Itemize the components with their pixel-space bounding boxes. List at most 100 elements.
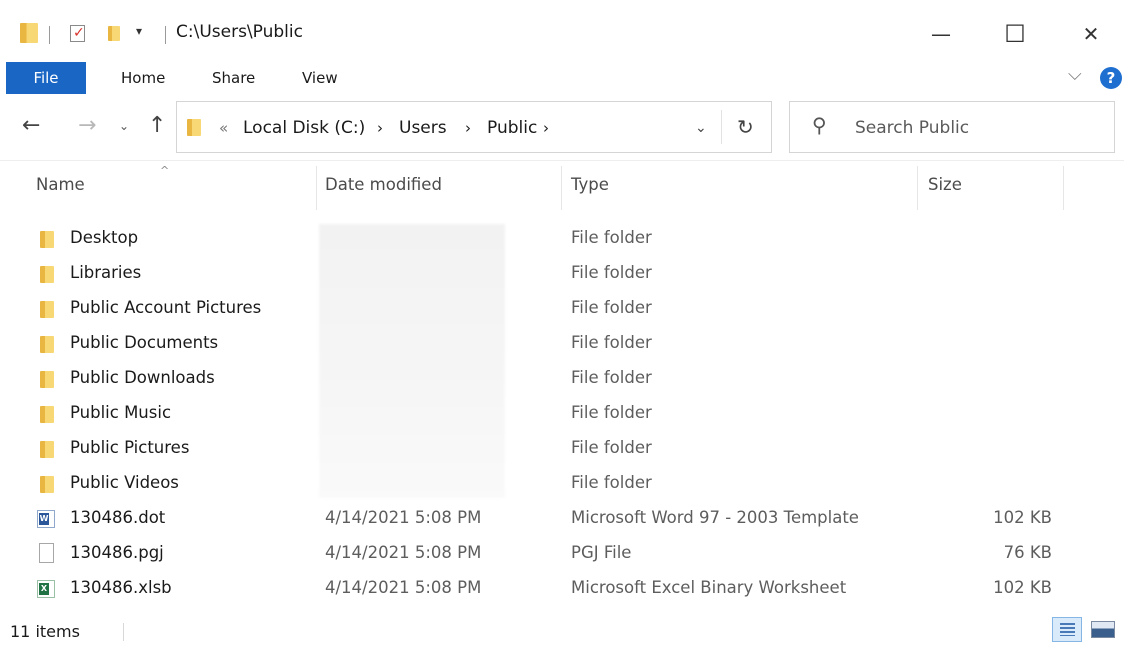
folder-icon bbox=[40, 371, 54, 388]
chevron-right-icon[interactable]: › bbox=[465, 119, 471, 137]
generic-file-icon bbox=[39, 543, 54, 563]
properties-checkmark-icon[interactable]: ✓ bbox=[70, 25, 85, 42]
file-size: 102 KB bbox=[993, 508, 1052, 527]
title-divider bbox=[165, 26, 166, 44]
file-name: 130486.pgj bbox=[70, 543, 164, 562]
column-header-type[interactable]: Type bbox=[571, 175, 609, 194]
window-title: C:\Users\Public bbox=[176, 22, 303, 42]
file-type: File folder bbox=[571, 228, 652, 247]
chevron-right-icon[interactable]: › bbox=[543, 119, 549, 137]
customize-dropdown-icon[interactable]: ▾ bbox=[136, 24, 142, 38]
ribbon: File Home Share View ⌵ ? bbox=[0, 62, 1124, 94]
list-item[interactable]: Public Pictures File folder bbox=[0, 436, 1124, 470]
list-item[interactable]: 130486.pgj 4/14/2021 5:08 PM PGJ File 76… bbox=[0, 541, 1124, 575]
file-type: File folder bbox=[571, 263, 652, 282]
list-item[interactable]: Libraries File folder bbox=[0, 261, 1124, 295]
file-name: Public Account Pictures bbox=[70, 298, 262, 317]
back-arrow-icon[interactable]: ← bbox=[22, 113, 40, 138]
folder-icon bbox=[40, 441, 54, 458]
address-dropdown-icon[interactable]: ⌄ bbox=[695, 120, 707, 136]
file-type: File folder bbox=[571, 473, 652, 492]
file-name: 130486.xlsb bbox=[70, 578, 172, 597]
sort-ascending-icon: ^ bbox=[160, 164, 170, 177]
close-button[interactable]: ✕ bbox=[1068, 16, 1114, 52]
excel-binary-icon: X bbox=[37, 580, 55, 598]
file-type: PGJ File bbox=[571, 543, 632, 562]
folder-icon bbox=[40, 406, 54, 423]
column-divider[interactable] bbox=[917, 166, 918, 210]
file-name: Public Music bbox=[70, 403, 172, 422]
file-date: 4/14/2021 5:08 PM bbox=[325, 543, 482, 562]
file-name: Desktop bbox=[70, 228, 139, 247]
title-bar: ✓ ▾ C:\Users\Public — ☐ ✕ bbox=[0, 0, 1124, 66]
file-name: Public Documents bbox=[70, 333, 219, 352]
large-icons-view-icon[interactable] bbox=[1091, 621, 1115, 638]
folder-icon bbox=[187, 119, 201, 136]
file-type: Microsoft Word 97 - 2003 Template bbox=[571, 508, 859, 527]
file-date: 4/14/2021 5:08 PM bbox=[325, 578, 482, 597]
file-type: File folder bbox=[571, 333, 652, 352]
list-item[interactable]: Public Videos File folder bbox=[0, 471, 1124, 505]
status-divider bbox=[123, 623, 124, 641]
column-header-size[interactable]: Size bbox=[928, 175, 962, 194]
item-count: 11 items bbox=[10, 622, 80, 641]
file-type: File folder bbox=[571, 403, 652, 422]
word-template-icon: W bbox=[37, 510, 55, 528]
expand-ribbon-icon[interactable]: ⌵ bbox=[1068, 64, 1082, 85]
maximize-button[interactable]: ☐ bbox=[992, 16, 1038, 52]
address-divider bbox=[721, 110, 722, 144]
column-header-date[interactable]: Date modified bbox=[325, 175, 442, 194]
file-name: Libraries bbox=[70, 263, 142, 282]
list-item[interactable]: X 130486.xlsb 4/14/2021 5:08 PM Microsof… bbox=[0, 576, 1124, 610]
file-name: Public Pictures bbox=[70, 438, 190, 457]
recent-locations-icon[interactable]: ⌄ bbox=[119, 119, 129, 133]
file-type: File folder bbox=[571, 368, 652, 387]
up-arrow-icon[interactable]: ↑ bbox=[148, 113, 166, 138]
header-top-border bbox=[0, 160, 1124, 161]
list-item[interactable]: Public Downloads File folder bbox=[0, 366, 1124, 400]
file-type: File folder bbox=[571, 438, 652, 457]
column-header-name[interactable]: Name bbox=[36, 175, 85, 194]
file-name: Public Downloads bbox=[70, 368, 215, 387]
tab-view[interactable]: View bbox=[302, 62, 338, 94]
details-view-icon[interactable] bbox=[1052, 617, 1082, 642]
folder-icon bbox=[40, 266, 54, 283]
file-name: Public Videos bbox=[70, 473, 179, 492]
folder-icon bbox=[40, 336, 54, 353]
search-placeholder: Search Public bbox=[855, 118, 970, 138]
chevron-right-icon[interactable]: › bbox=[377, 119, 383, 137]
list-item[interactable]: Public Documents File folder bbox=[0, 331, 1124, 365]
column-divider[interactable] bbox=[561, 166, 562, 210]
file-size: 102 KB bbox=[993, 578, 1052, 597]
folder-icon bbox=[40, 231, 54, 248]
minimize-button[interactable]: — bbox=[918, 16, 964, 52]
title-divider bbox=[49, 26, 50, 44]
folder-icon bbox=[20, 23, 38, 43]
list-item[interactable]: Public Music File folder bbox=[0, 401, 1124, 435]
file-size: 76 KB bbox=[1003, 543, 1052, 562]
breadcrumb-public[interactable]: Public bbox=[487, 118, 537, 138]
column-divider[interactable] bbox=[316, 166, 317, 210]
folder-icon bbox=[40, 476, 54, 493]
folder-icon bbox=[40, 301, 54, 318]
tab-share[interactable]: Share bbox=[212, 62, 255, 94]
refresh-icon[interactable]: ↻ bbox=[737, 115, 754, 139]
list-item[interactable]: Public Account Pictures File folder bbox=[0, 296, 1124, 330]
list-item[interactable]: Desktop File folder bbox=[0, 226, 1124, 260]
file-name: 130486.dot bbox=[70, 508, 166, 527]
list-item[interactable]: W 130486.dot 4/14/2021 5:08 PM Microsoft… bbox=[0, 506, 1124, 540]
breadcrumb-users[interactable]: Users bbox=[399, 118, 447, 138]
column-divider[interactable] bbox=[1063, 166, 1064, 210]
file-date: 4/14/2021 5:08 PM bbox=[325, 508, 482, 527]
tab-file[interactable]: File bbox=[6, 62, 86, 94]
file-type: File folder bbox=[571, 298, 652, 317]
tab-home[interactable]: Home bbox=[121, 62, 165, 94]
file-type: Microsoft Excel Binary Worksheet bbox=[571, 578, 847, 597]
help-icon[interactable]: ? bbox=[1100, 67, 1122, 89]
folder-small-icon[interactable] bbox=[108, 26, 120, 41]
search-input[interactable]: ⚲ Search Public bbox=[789, 101, 1115, 153]
forward-arrow-icon[interactable]: → bbox=[78, 113, 96, 138]
breadcrumb-local-disk[interactable]: Local Disk (C:) bbox=[243, 118, 365, 138]
overflow-chevron[interactable]: « bbox=[219, 119, 228, 137]
address-bar[interactable]: « Local Disk (C:) › Users › Public › ⌄ ↻ bbox=[176, 101, 772, 153]
